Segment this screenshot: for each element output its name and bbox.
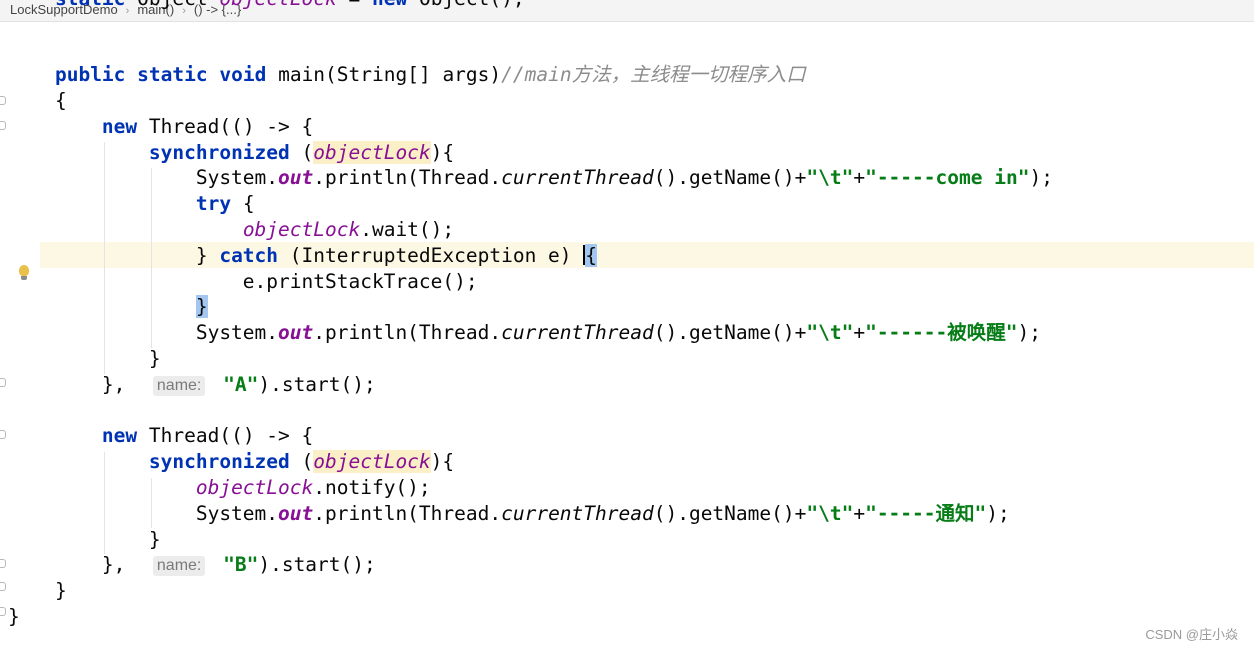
code-line[interactable]: }	[8, 527, 161, 553]
code-line[interactable]: {	[8, 88, 67, 114]
code-line[interactable]: new Thread(() -> {	[8, 423, 313, 449]
parameter-hint: name:	[152, 556, 206, 577]
code-line[interactable]: }, name: "B").start();	[8, 552, 376, 578]
parameter-hint: name:	[152, 375, 206, 396]
watermark: CSDN @庄小焱	[1145, 627, 1238, 642]
fold-marker-icon[interactable]	[0, 559, 6, 568]
code-line[interactable]: new Thread(() -> {	[8, 114, 313, 140]
code-line[interactable]: objectLock.wait();	[8, 217, 454, 243]
code-line[interactable]: }	[8, 346, 161, 372]
code-line[interactable]: synchronized (objectLock){	[8, 140, 454, 166]
code-line[interactable]: System.out.println(Thread.currentThread(…	[8, 165, 1053, 191]
code-line[interactable]: System.out.println(Thread.currentThread(…	[8, 501, 1010, 527]
code-line[interactable]: synchronized (objectLock){	[8, 449, 454, 475]
fold-marker-icon[interactable]	[0, 96, 6, 105]
code-line[interactable]: }	[8, 294, 208, 320]
code-line[interactable]: }	[8, 578, 67, 604]
code-line[interactable]: System.out.println(Thread.currentThread(…	[8, 320, 1041, 346]
fold-marker-icon[interactable]	[0, 121, 6, 130]
fold-marker-icon[interactable]	[0, 582, 6, 591]
fold-marker-icon[interactable]	[0, 430, 6, 439]
fold-marker-icon[interactable]	[0, 378, 6, 387]
code-line[interactable]: public static void main(String[] args)//…	[8, 62, 806, 88]
code-line[interactable]: try {	[8, 191, 255, 217]
code-line[interactable]: } catch (InterruptedException e) {	[8, 243, 598, 269]
code-line[interactable]: e.printStackTrace();	[8, 269, 478, 295]
code-line[interactable]: objectLock.notify();	[8, 475, 431, 501]
code-line[interactable]: static Object objectLock = new Object();	[8, 0, 525, 12]
fold-marker-icon[interactable]	[0, 607, 6, 616]
code-line[interactable]: }	[8, 604, 20, 630]
code-line[interactable]: }, name: "A").start();	[8, 372, 376, 398]
